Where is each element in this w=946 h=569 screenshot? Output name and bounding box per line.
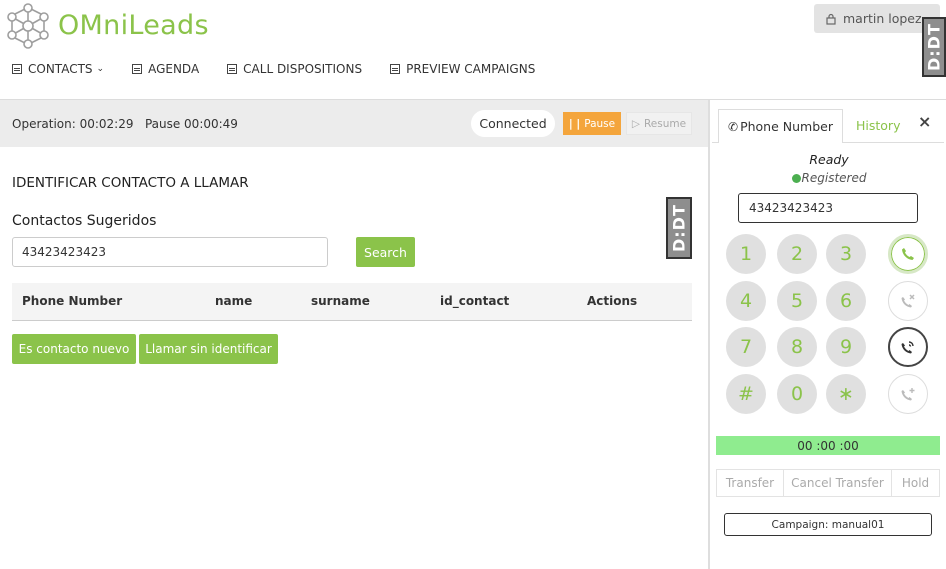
phone-ready-status: Ready (809, 152, 849, 167)
nav-contacts-label: CONTACTS (28, 62, 93, 76)
nav-call-dispositions[interactable]: CALL DISPOSITIONS (227, 60, 362, 78)
phone-icon: ✆ (728, 119, 739, 134)
operation-time: Operation: 00:02:29 (12, 117, 134, 131)
play-icon: ▷ (631, 117, 640, 130)
resume-button[interactable]: ▷ Resume (626, 112, 692, 135)
tab-phone-number-label: Phone Number (740, 119, 833, 134)
logo-icon (7, 3, 49, 49)
call-timer: 00 :00 :00 (716, 436, 940, 455)
key-0[interactable]: 0 (777, 374, 817, 414)
contact-phone-input[interactable]: 43423423423 (12, 237, 328, 267)
hold-button[interactable]: Hold (892, 470, 939, 496)
pause-time: Pause 00:00:49 (144, 117, 238, 131)
ddt-badge-middle[interactable]: D:DT (666, 197, 692, 259)
col-name: name (215, 294, 253, 308)
logo-om: OM (58, 10, 104, 41)
contacts-table-header: Phone Number name surname id_contact Act… (12, 283, 692, 321)
key-1[interactable]: 1 (726, 234, 766, 274)
nav-call-dispositions-label: CALL DISPOSITIONS (243, 62, 363, 76)
key-9[interactable]: 9 (826, 327, 866, 367)
logo-leads: Leads (128, 10, 209, 41)
cancel-transfer-button[interactable]: Cancel Transfer (784, 470, 892, 496)
ddt-badge-top[interactable]: D:DT (922, 17, 946, 77)
col-phone-number: Phone Number (22, 294, 123, 308)
key-4[interactable]: 4 (726, 281, 766, 321)
key-7[interactable]: 7 (726, 327, 766, 367)
resume-button-label: Resume (643, 117, 687, 130)
phone-conference-icon (901, 388, 915, 401)
key-2[interactable]: 2 (777, 234, 817, 274)
transfer-button[interactable]: Transfer (717, 470, 784, 496)
key-3[interactable]: 3 (826, 234, 866, 274)
pause-button-label: Pause (584, 117, 616, 130)
main-nav: CONTACTS ⌄ AGENDA CALL DISPOSITIONS PREV… (12, 60, 563, 78)
registered-label: Registered (801, 171, 867, 185)
key-6[interactable]: 6 (826, 281, 866, 321)
phone-hangup-icon (901, 294, 915, 308)
status-dot-icon (791, 174, 801, 183)
dial-number-input[interactable]: 43423423423 (738, 193, 918, 223)
tab-history[interactable]: History (856, 118, 900, 133)
chevron-down-icon: ⌄ (96, 64, 105, 74)
call-button[interactable] (888, 234, 928, 274)
key-5[interactable]: 5 (777, 281, 817, 321)
lock-icon (826, 13, 836, 25)
close-icon[interactable]: × (918, 112, 931, 131)
conference-call-button[interactable] (888, 374, 928, 414)
checklist-icon (227, 64, 238, 74)
connected-status: Connected (471, 110, 555, 137)
key-8[interactable]: 8 (777, 327, 817, 367)
omnileads-logo: OMniLeads (4, 2, 209, 50)
operation-times: Operation: 00:02:29 Pause 00:00:49 (12, 117, 238, 131)
transfer-call-button[interactable] (888, 327, 928, 367)
list-icon (390, 64, 401, 74)
key-star[interactable]: ∗ (826, 374, 866, 414)
key-hash[interactable]: # (726, 374, 766, 414)
search-button[interactable]: Search (356, 237, 415, 267)
pause-button[interactable]: | | Pause (563, 112, 621, 135)
pause-icon: | | (568, 117, 581, 130)
nav-preview-campaigns[interactable]: PREVIEW CAMPAIGNS (390, 60, 535, 78)
suggested-contacts-title: Contactos Sugeridos (12, 213, 157, 229)
logo-ni: ni (103, 10, 129, 41)
new-contact-button[interactable]: Es contacto nuevo (12, 334, 136, 364)
col-surname: surname (311, 294, 370, 308)
col-id-contact: id_contact (440, 294, 510, 308)
call-without-identify-button[interactable]: Llamar sin identificar (139, 334, 278, 364)
hangup-button[interactable] (888, 281, 928, 321)
nav-agenda[interactable]: AGENDA (132, 60, 199, 78)
logo-text: OMniLeads (58, 4, 209, 48)
nav-preview-campaigns-label: PREVIEW CAMPAIGNS (406, 62, 536, 76)
nav-agenda-label: AGENDA (148, 62, 200, 76)
col-actions: Actions (587, 294, 638, 308)
tab-phone-number[interactable]: ✆ Phone Number (718, 109, 843, 143)
campaign-button[interactable]: Campaign: manual01 (724, 513, 932, 536)
nav-contacts[interactable]: CONTACTS ⌄ (12, 60, 104, 78)
book-icon (12, 64, 22, 74)
phone-transfer-icon (901, 341, 914, 354)
calendar-icon (132, 64, 143, 74)
identify-contact-title: IDENTIFICAR CONTACTO A LLAMAR (12, 175, 249, 191)
phone-call-icon (902, 248, 914, 260)
call-actions-group: Transfer Cancel Transfer Hold (716, 469, 940, 497)
registration-status: Registered (718, 171, 940, 185)
user-name: martin lopez (843, 11, 922, 26)
